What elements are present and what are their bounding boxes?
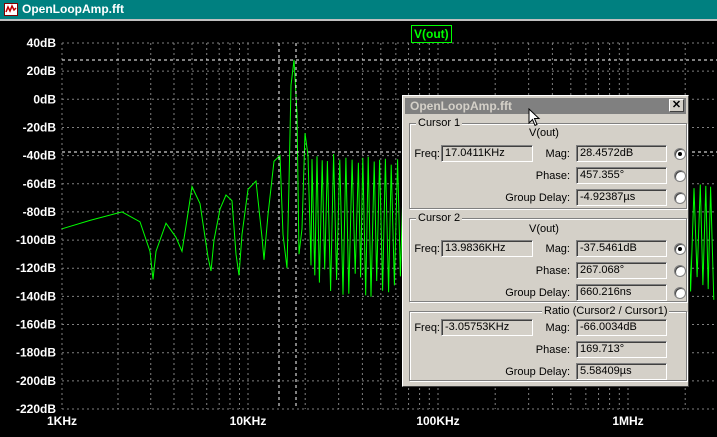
ratio-gd-field[interactable]: 5.58409µs — [576, 363, 667, 380]
y-axis-labels: 40dB 20dB 0dB -20dB -40dB -60dB -80dB -100dB -12… — [16, 36, 56, 416]
cursor1-gd-field[interactable]: -4.92387µs — [576, 189, 667, 206]
cursor2-phase-field[interactable]: 267.068° — [576, 262, 667, 279]
y-tick-label: -60dB — [23, 177, 57, 191]
cursor1-mag-radio[interactable] — [674, 148, 686, 160]
close-icon[interactable]: ✕ — [669, 99, 684, 112]
cursor1-group-title: Cursor 1 — [416, 116, 462, 130]
ratio-group-title: Ratio (Cursor2 / Cursor1) — [542, 304, 669, 318]
cursor2-phase-radio[interactable] — [674, 265, 686, 277]
y-tick-label: 40dB — [27, 36, 57, 50]
dialog-title: OpenLoopAmp.fft — [410, 99, 512, 113]
y-tick-label: 20dB — [27, 64, 57, 78]
ratio-freq-label: Freq: — [410, 322, 440, 334]
cursor1-signal: V(out) — [522, 127, 566, 139]
cursor2-mag-label: Mag: — [530, 243, 570, 255]
ratio-phase-label: Phase: — [490, 344, 570, 356]
ratio-mag-field[interactable]: -66.0034dB — [576, 319, 667, 336]
mouse-pointer-icon — [528, 108, 542, 128]
dialog-titlebar[interactable]: OpenLoopAmp.fft ✕ — [405, 98, 686, 114]
cursor2-gd-radio[interactable] — [674, 287, 686, 299]
ratio-phase-field[interactable]: 169.713° — [576, 341, 667, 358]
x-tick-label: 10KHz — [230, 414, 267, 428]
cursor1-phase-field[interactable]: 457.355° — [576, 167, 667, 184]
y-tick-label: -160dB — [16, 318, 56, 332]
y-tick-label: -80dB — [23, 205, 57, 219]
cursor2-group: Cursor 2 V(out) Freq: 13.9836KHz Mag: -3… — [409, 218, 687, 302]
cursor1-freq-label: Freq: — [410, 148, 440, 160]
cursor1-phase-label: Phase: — [490, 170, 570, 182]
y-tick-label: -140dB — [16, 289, 56, 303]
window-title: OpenLoopAmp.fft — [22, 2, 124, 17]
cursor2-signal: V(out) — [522, 223, 566, 235]
y-tick-label: -40dB — [23, 149, 57, 163]
cursor1-gd-label: Group Delay: — [470, 192, 570, 204]
y-tick-label: -20dB — [23, 120, 57, 134]
cursor1-group: Cursor 1 V(out) Freq: 17.0411KHz Mag: 28… — [409, 123, 687, 209]
x-axis-labels: 1KHz 10KHz 100KHz 1MHz — [47, 414, 644, 428]
cursor2-mag-radio[interactable] — [674, 243, 686, 255]
x-tick-label: 1KHz — [47, 414, 77, 428]
y-tick-label: -120dB — [16, 261, 56, 275]
cursor-readout-dialog[interactable]: OpenLoopAmp.fft ✕ Cursor 1 V(out) Freq: … — [402, 95, 689, 387]
window-titlebar[interactable]: OpenLoopAmp.fft — [0, 0, 717, 21]
cursor2-mag-field[interactable]: -37.5461dB — [576, 240, 667, 257]
x-tick-label: 1MHz — [612, 414, 643, 428]
trace-label-vout[interactable]: V(out) — [411, 25, 452, 43]
cursor2-freq-field[interactable]: 13.9836KHz — [441, 240, 533, 257]
cursor2-gd-label: Group Delay: — [470, 287, 570, 299]
y-tick-label: -100dB — [16, 233, 56, 247]
cursor2-group-title: Cursor 2 — [416, 211, 462, 225]
ratio-mag-label: Mag: — [530, 322, 570, 334]
cursor2-freq-label: Freq: — [410, 243, 440, 255]
ratio-group: Ratio (Cursor2 / Cursor1) Freq: -3.05753… — [409, 311, 687, 381]
cursor1-mag-field[interactable]: 28.4572dB — [576, 145, 667, 162]
y-tick-label: -200dB — [16, 374, 56, 388]
ratio-gd-label: Group Delay: — [470, 366, 570, 378]
cursor1-phase-radio[interactable] — [674, 170, 686, 182]
cursor1-gd-radio[interactable] — [674, 192, 686, 204]
cursor1-freq-field[interactable]: 17.0411KHz — [441, 145, 533, 162]
x-tick-label: 100KHz — [416, 414, 459, 428]
cursor2-phase-label: Phase: — [490, 265, 570, 277]
cursor1-mag-label: Mag: — [530, 148, 570, 160]
cursor2-gd-field[interactable]: 660.216ns — [576, 284, 667, 301]
waveform-app-icon — [4, 3, 18, 16]
y-tick-label: -180dB — [16, 346, 56, 360]
ratio-freq-field[interactable]: -3.05753KHz — [441, 319, 533, 336]
y-tick-label: 0dB — [33, 92, 56, 106]
